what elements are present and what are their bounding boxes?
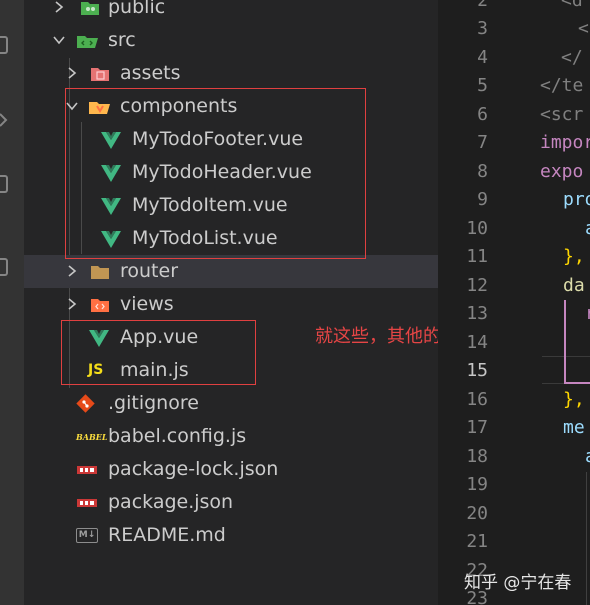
line-number: 2 bbox=[477, 0, 488, 11]
line-number: 5 bbox=[477, 75, 488, 96]
tree-item-label: src bbox=[108, 29, 136, 51]
code-token: expo bbox=[540, 161, 584, 182]
code-token: pro bbox=[563, 189, 590, 210]
code-token: a bbox=[585, 446, 590, 467]
router-folder-icon bbox=[90, 262, 110, 282]
chevron-right-icon bbox=[66, 298, 78, 310]
highlight-root-files-box bbox=[61, 320, 256, 385]
tree-item-label: README.md bbox=[108, 524, 226, 546]
tree-item-public[interactable]: public bbox=[24, 0, 438, 24]
views-folder-icon bbox=[90, 295, 110, 315]
tree-item-babel-config[interactable]: BABEL babel.config.js bbox=[24, 420, 438, 453]
line-number: 3 bbox=[477, 18, 488, 39]
npm-file-icon bbox=[76, 460, 97, 480]
tree-item-label: public bbox=[108, 0, 166, 18]
code-token: me bbox=[563, 417, 585, 438]
code-token: a bbox=[585, 218, 590, 239]
tree-item-src[interactable]: src bbox=[24, 24, 438, 57]
tree-item-label: views bbox=[120, 293, 174, 315]
line-number: 19 bbox=[466, 474, 488, 495]
line-number: 4 bbox=[477, 47, 488, 68]
code-token: da bbox=[563, 275, 585, 296]
line-number: 20 bbox=[466, 503, 488, 524]
line-number: 10 bbox=[466, 218, 488, 239]
chevron-right-icon bbox=[66, 67, 78, 79]
tree-item-label: package.json bbox=[108, 491, 234, 513]
code-token: </ bbox=[561, 47, 583, 68]
line-number: 16 bbox=[466, 389, 488, 410]
line-number: 13 bbox=[466, 303, 488, 324]
chevron-down-icon bbox=[53, 34, 65, 46]
line-number: 17 bbox=[466, 417, 488, 438]
assets-folder-icon bbox=[90, 64, 110, 84]
src-folder-icon bbox=[76, 31, 98, 51]
tree-item-label: router bbox=[120, 260, 179, 282]
code-token: <d bbox=[561, 0, 583, 11]
chevron-right-icon bbox=[66, 265, 78, 277]
code-editor[interactable]: 2 3 4 5 6 7 8 9 10 11 12 13 14 15 16 17 … bbox=[438, 0, 590, 605]
tree-item-label: .gitignore bbox=[108, 392, 199, 414]
line-number: 7 bbox=[477, 132, 488, 153]
line-number: 8 bbox=[477, 161, 488, 182]
babel-file-icon: BABEL bbox=[76, 432, 108, 442]
line-number: 9 bbox=[477, 189, 488, 210]
code-token: }, bbox=[563, 389, 585, 410]
bracket-guide bbox=[564, 300, 590, 384]
code-token: </te bbox=[540, 75, 584, 96]
line-number: 6 bbox=[477, 104, 488, 125]
tree-item-readme[interactable]: M↓ README.md bbox=[24, 519, 438, 552]
line-number: 21 bbox=[466, 531, 488, 552]
public-folder-icon bbox=[80, 0, 100, 18]
line-number: 18 bbox=[466, 446, 488, 467]
search-icon[interactable] bbox=[0, 110, 8, 128]
tree-item-label: assets bbox=[120, 62, 181, 84]
tree-item-package-lock[interactable]: package-lock.json bbox=[24, 453, 438, 486]
tree-item-package-json[interactable]: package.json bbox=[24, 486, 438, 519]
activity-bar bbox=[0, 0, 24, 605]
file-explorer: public src assets components MyTodoFoote… bbox=[24, 0, 438, 605]
tree-item-label: package-lock.json bbox=[108, 458, 279, 480]
source-control-icon[interactable] bbox=[0, 175, 8, 193]
highlight-components-box bbox=[65, 88, 366, 259]
code-token: impor bbox=[540, 132, 590, 153]
code-token: < bbox=[578, 18, 589, 39]
npm-file-icon bbox=[76, 493, 97, 513]
markdown-file-icon: M↓ bbox=[76, 528, 98, 543]
line-number: 14 bbox=[466, 332, 488, 353]
chevron-right-icon bbox=[53, 1, 65, 13]
explorer-icon[interactable] bbox=[0, 36, 8, 54]
line-number: 11 bbox=[466, 246, 488, 267]
line-number: 12 bbox=[466, 275, 488, 296]
code-token: }, bbox=[563, 246, 585, 267]
tree-item-gitignore[interactable]: .gitignore bbox=[24, 387, 438, 420]
line-number-active: 15 bbox=[466, 360, 488, 381]
tree-item-router[interactable]: router bbox=[24, 255, 438, 288]
git-file-icon bbox=[76, 394, 96, 414]
code-token: <scr bbox=[540, 104, 584, 125]
tree-item-views[interactable]: views bbox=[24, 288, 438, 321]
indent-guide bbox=[586, 472, 587, 605]
extensions-icon[interactable] bbox=[0, 258, 8, 276]
tree-item-label: babel.config.js bbox=[108, 425, 247, 447]
watermark: 知乎 @宁在春 bbox=[464, 573, 572, 593]
tree-item-assets[interactable]: assets bbox=[24, 57, 438, 90]
